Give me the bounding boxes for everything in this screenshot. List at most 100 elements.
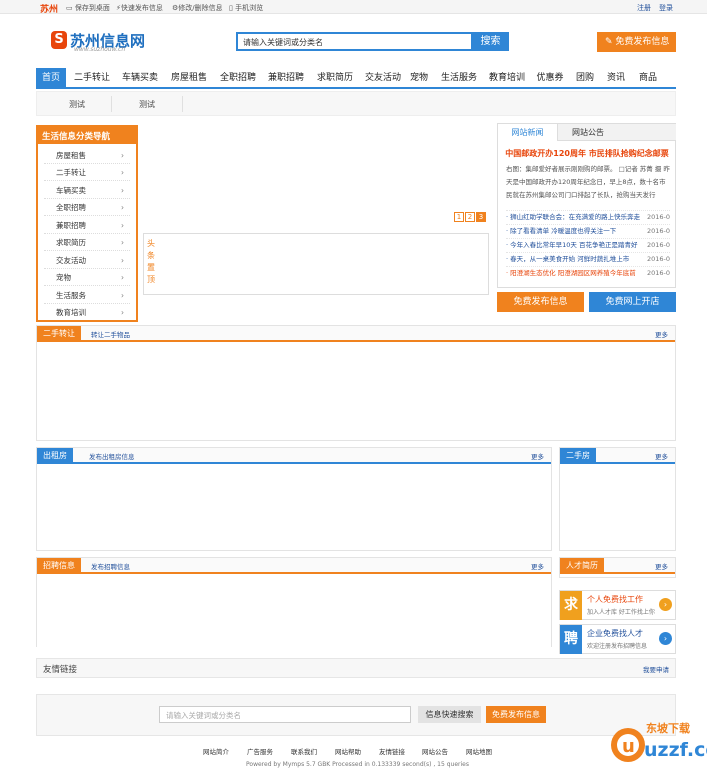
nav-item-secondhand[interactable]: 二手转让 (71, 68, 113, 89)
nav-item-housing[interactable]: 房屋租售 (168, 68, 210, 89)
nav-item-vehicles[interactable]: 车辆买卖 (119, 68, 161, 89)
chevron-right-icon: › (121, 238, 124, 247)
category-item[interactable]: 宠物 › (44, 269, 130, 286)
section-post-link[interactable]: 发布出租房信息 (89, 451, 135, 461)
secondhand-section: 二手转让 转让二手物品 更多 (36, 325, 676, 441)
subnav-divider (182, 96, 183, 112)
footer-link[interactable]: 网站地图 (466, 746, 492, 756)
find-talent-ad[interactable]: 聘 企业免费找人才 欢迎注册发布招聘信息 › (559, 624, 676, 654)
section-tag[interactable]: 人才简历 (560, 558, 604, 574)
site-url: www.suzhouw.cn (74, 46, 126, 53)
news-list-item[interactable]: · 阳澄湖生态优化 阳澄湖园区网养殖今年底前 2016-0 (506, 266, 670, 279)
nav-item-news[interactable]: 资讯 (605, 68, 627, 89)
chevron-right-icon: › (121, 256, 124, 265)
category-item[interactable]: 交友活动 › (44, 252, 130, 269)
find-job-ad[interactable]: 求 个人免费找工作 加入人才库 好工作找上你 › (559, 590, 676, 620)
footer-link[interactable]: 联系我们 (291, 746, 317, 756)
news-date: 2016-0 (646, 241, 670, 249)
used-house-section: 二手房 更多 (559, 447, 676, 551)
mobile-link[interactable]: ▯ 手机浏览 (229, 3, 263, 13)
arrow-right-icon: › (659, 598, 672, 611)
news-headline[interactable]: 中国邮政开办120周年 市民排队抢购纪念邮票 (498, 148, 676, 159)
tab-site-notice[interactable]: 网站公告 (558, 124, 618, 141)
footer-link[interactable]: 广告服务 (247, 746, 273, 756)
category-item[interactable]: 教育培训 › (44, 304, 130, 321)
edit-delete-link[interactable]: ⚙修改/删除信息 (172, 3, 223, 13)
search-button[interactable]: 搜索 (472, 32, 509, 51)
more-link[interactable]: 更多 (655, 451, 668, 461)
apply-link[interactable]: 我要申请 (643, 664, 669, 674)
watermark-text: uzzf.com (644, 739, 707, 761)
nav-item-fulltime[interactable]: 全职招聘 (217, 68, 259, 89)
category-item[interactable]: 兼职招聘 › (44, 217, 130, 234)
more-link[interactable]: 更多 (655, 329, 668, 339)
category-item[interactable]: 二手转让 › (44, 164, 130, 181)
section-tag[interactable]: 招聘信息 (37, 558, 81, 574)
more-link[interactable]: 更多 (531, 451, 544, 461)
slide-page[interactable]: 2 (465, 212, 475, 222)
nav-item-coupons[interactable]: 优惠券 (534, 68, 566, 89)
free-post-button[interactable]: 免费发布信息 (497, 292, 584, 312)
logo-icon[interactable]: S (51, 31, 67, 49)
tab-site-news[interactable]: 网站新闻 (498, 124, 558, 141)
nav-item-home[interactable]: 首页 (36, 68, 66, 89)
subnav-item[interactable]: 测试 (69, 99, 85, 110)
nav-item-services[interactable]: 生活服务 (438, 68, 480, 89)
search-input[interactable]: 请输入关键词或分类名 (236, 32, 473, 51)
category-label: 生活服务 (56, 291, 86, 300)
bottom-search-input[interactable]: 请输入关键词或分类名 (159, 706, 411, 723)
category-item[interactable]: 全职招聘 › (44, 199, 130, 216)
register-link[interactable]: 注册 (637, 3, 651, 13)
category-label: 兼职招聘 (56, 221, 86, 230)
footer-link[interactable]: 网站简介 (203, 746, 229, 756)
save-desktop-link[interactable]: ▭ 保存到桌面 (66, 3, 110, 13)
nav-item-social[interactable]: 交友活动 (362, 68, 404, 89)
city-name[interactable]: 苏州 (40, 2, 58, 15)
more-link[interactable]: 更多 (655, 561, 668, 571)
ad-title: 企业免费找人才 (587, 629, 643, 638)
watermark-label: 东坡下载 (646, 721, 690, 735)
section-tag[interactable]: 出租房 (37, 448, 73, 464)
hire-icon: 聘 (560, 625, 582, 654)
category-label: 房屋租售 (56, 151, 86, 160)
category-item[interactable]: 求职简历 › (44, 234, 130, 251)
nav-item-parttime[interactable]: 兼职招聘 (265, 68, 307, 89)
news-list-item[interactable]: · 狮山红助学联合会：在充满爱的路上快乐奔走 2016-0 (506, 210, 670, 223)
section-header: 人才简历 更多 (560, 558, 675, 574)
nav-item-products[interactable]: 商品 (636, 68, 660, 89)
news-list-item[interactable]: · 春天，从一桌美食开始 河鲜时蔬扎堆上市 2016-0 (506, 252, 670, 265)
slide-page[interactable]: 1 (454, 212, 464, 222)
category-item[interactable]: 车辆买卖 › (44, 182, 130, 199)
footer-link[interactable]: 网站公告 (422, 746, 448, 756)
section-post-link[interactable]: 发布招聘信息 (91, 561, 130, 571)
quick-post-link[interactable]: ⚡快速发布信息 (116, 3, 163, 13)
post-info-button[interactable]: ✎ 免费发布信息 (597, 32, 676, 52)
chevron-right-icon: › (121, 291, 124, 300)
nav-item-groupbuy[interactable]: 团购 (574, 68, 596, 89)
subnav-divider (111, 96, 112, 112)
footer-link[interactable]: 友情链接 (379, 746, 405, 756)
subnav-item[interactable]: 测试 (139, 99, 155, 110)
news-list-item[interactable]: · 今年入春比常年早10天 百花争艳正是踏青好 2016-0 (506, 238, 670, 251)
headline-slide[interactable]: 头条置顶 (143, 233, 489, 295)
chevron-right-icon: › (121, 273, 124, 282)
quick-search-button[interactable]: 信息快速搜索 (418, 706, 481, 723)
section-post-link[interactable]: 转让二手物品 (91, 329, 130, 339)
section-tag[interactable]: 二手房 (560, 448, 596, 464)
footer-link[interactable]: 网站帮助 (335, 746, 361, 756)
more-link[interactable]: 更多 (531, 561, 544, 571)
section-tag[interactable]: 二手转让 (37, 326, 81, 342)
nav-item-education[interactable]: 教育培训 (486, 68, 528, 89)
news-title: · 今年入春比常年早10天 百花争艳正是踏青好 (506, 241, 638, 249)
slide-page-active[interactable]: 3 (476, 212, 486, 222)
save-desktop-label: 保存到桌面 (74, 4, 110, 12)
category-item[interactable]: 房屋租售 › (44, 147, 130, 164)
login-link[interactable]: 登录 (659, 3, 673, 13)
nav-item-pets[interactable]: 宠物 (407, 68, 431, 89)
news-date: 2016-0 (646, 269, 670, 277)
bottom-post-button[interactable]: 免费发布信息 (486, 706, 546, 723)
news-list-item[interactable]: · 除了看看清单 冷暖温度也得关注一下 2016-0 (506, 224, 670, 237)
nav-item-resume[interactable]: 求职简历 (314, 68, 356, 89)
free-shop-button[interactable]: 免费网上开店 (589, 292, 676, 312)
category-item[interactable]: 生活服务 › (44, 287, 130, 304)
